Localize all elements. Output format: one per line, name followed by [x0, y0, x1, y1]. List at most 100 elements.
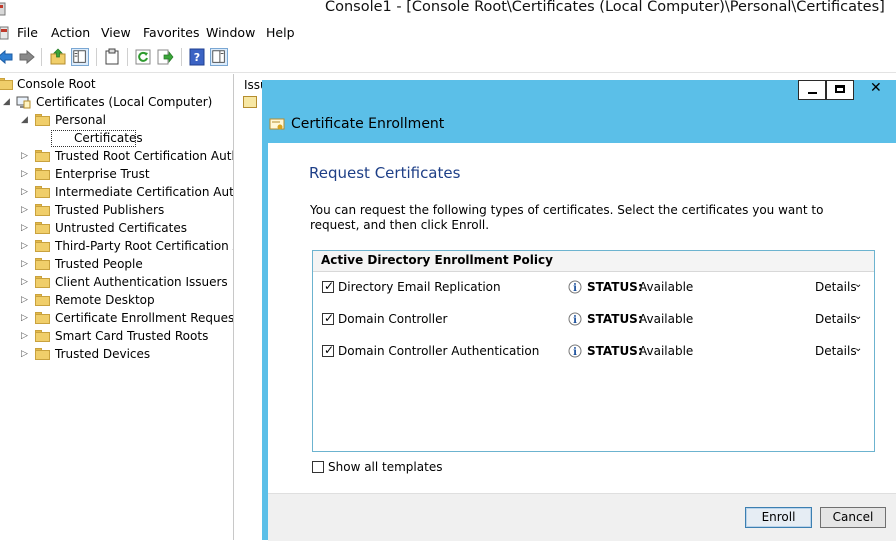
info-icon: i	[568, 344, 582, 358]
menu-view[interactable]: View	[101, 25, 131, 40]
certificate-name[interactable]: Domain Controller Authentication	[338, 344, 539, 358]
status-label: STATUS:	[587, 344, 643, 358]
dialog-title: Certificate Enrollment	[291, 116, 445, 132]
certificates-snapin-icon	[16, 96, 31, 109]
chevron-down-icon[interactable]: ⌄	[854, 311, 862, 322]
checkmark-icon: ✓	[324, 279, 335, 293]
window-title-bar: Console1 - [Console Root\Certificates (L…	[0, 0, 896, 20]
show-hide-tree-icon[interactable]	[71, 48, 89, 66]
tree-collapsed-icon[interactable]: ▷	[21, 151, 28, 161]
tree-expanded-icon[interactable]: ◢	[21, 115, 28, 125]
tree-item-personal[interactable]: ◢ Personal	[0, 112, 233, 130]
mmc-app-icon[interactable]	[0, 2, 6, 16]
menu-file[interactable]: File	[17, 25, 38, 40]
tree-item-store[interactable]: ▷ Client Authentication Issuers	[0, 274, 233, 292]
back-arrow-icon[interactable]	[0, 48, 14, 66]
export-list-icon[interactable]	[156, 48, 174, 66]
refresh-icon[interactable]	[134, 48, 152, 66]
details-link[interactable]: Details	[815, 344, 857, 358]
folder-icon	[35, 258, 50, 270]
minimize-button[interactable]	[798, 80, 826, 100]
tree-collapsed-icon[interactable]: ▷	[21, 277, 28, 287]
action-pane-icon[interactable]	[210, 48, 228, 66]
maximize-icon	[835, 85, 845, 93]
certificate-checkbox[interactable]: ✓	[322, 343, 334, 357]
folder-icon	[35, 186, 50, 198]
tree-collapsed-icon[interactable]: ▷	[21, 169, 28, 179]
svg-text:?: ?	[194, 51, 200, 64]
details-link[interactable]: Details	[815, 280, 857, 294]
checkmark-icon: ✓	[324, 311, 335, 325]
tree-item-store[interactable]: ▷ Remote Desktop	[0, 292, 233, 310]
tree-collapsed-icon[interactable]: ▷	[21, 313, 28, 323]
toolbar: ?	[0, 44, 896, 73]
show-all-templates-label[interactable]: Show all templates	[328, 460, 442, 474]
up-folder-icon[interactable]	[49, 48, 67, 66]
menu-help[interactable]: Help	[266, 25, 295, 40]
folder-icon	[35, 150, 50, 162]
tree-item-store[interactable]: ▷ Trusted People	[0, 256, 233, 274]
tree-item-store[interactable]: ▷ Trusted Publishers	[0, 202, 233, 220]
chevron-down-icon[interactable]: ⌄	[854, 343, 862, 354]
certificate-checkbox[interactable]: ✓	[322, 311, 335, 325]
status-label: STATUS:	[587, 312, 643, 326]
tree-expanded-icon[interactable]: ◢	[3, 97, 10, 107]
tree-collapsed-icon[interactable]: ▷	[21, 295, 28, 305]
certificate-name[interactable]: Domain Controller	[338, 312, 447, 326]
tree-item-store[interactable]: ▷ Enterprise Trust	[0, 166, 233, 184]
tree-collapsed-icon[interactable]: ▷	[21, 241, 28, 251]
folder-icon	[35, 168, 50, 180]
tree-collapsed-icon[interactable]: ▷	[21, 205, 28, 215]
menu-favorites[interactable]: Favorites	[143, 25, 199, 40]
tree-item-certificates-local-computer[interactable]: ◢ Certificates (Local Computer)	[0, 94, 233, 112]
enroll-button[interactable]: Enroll	[745, 507, 812, 528]
folder-icon	[35, 312, 50, 324]
svg-text:i: i	[573, 315, 577, 326]
details-link[interactable]: Details	[815, 312, 857, 326]
folder-icon	[35, 330, 50, 342]
menu-action[interactable]: Action	[51, 25, 90, 40]
status-value: Available	[639, 280, 694, 294]
tree-collapsed-icon[interactable]: ▷	[21, 349, 28, 359]
certificate-icon	[243, 96, 257, 108]
tree-item-store[interactable]: ▷ Intermediate Certification Author	[0, 184, 233, 202]
tree-collapsed-icon[interactable]: ▷	[21, 259, 28, 269]
tree-item-certificates-selected[interactable]: Certificates	[0, 130, 233, 148]
maximize-button[interactable]	[826, 80, 854, 100]
close-button[interactable]: ✕	[855, 80, 896, 100]
folder-icon	[35, 114, 50, 126]
folder-icon	[35, 222, 50, 234]
status-value: Available	[639, 312, 694, 326]
info-icon: i	[568, 312, 582, 326]
folder-icon	[35, 348, 50, 360]
console-menu-icon[interactable]	[0, 26, 9, 40]
tree-item-store[interactable]: ▷ Trusted Devices	[0, 346, 233, 364]
tree-item-store[interactable]: ▷ Smart Card Trusted Roots	[0, 328, 233, 346]
status-label: STATUS:	[587, 280, 643, 294]
window-title: Console1 - [Console Root\Certificates (L…	[325, 0, 885, 15]
help-icon[interactable]: ?	[188, 48, 206, 66]
tree-collapsed-icon[interactable]: ▷	[21, 187, 28, 197]
cancel-button[interactable]: Cancel	[820, 507, 886, 528]
menu-window[interactable]: Window	[206, 25, 255, 40]
minimize-icon	[808, 92, 817, 94]
tree-item-console-root[interactable]: Console Root	[0, 76, 233, 94]
tree-item-store[interactable]: ▷ Trusted Root Certification Author	[0, 148, 233, 166]
certificate-name[interactable]: Directory Email Replication	[338, 280, 501, 294]
toolbar-separator	[41, 48, 42, 66]
tree-item-store[interactable]: ▷ Untrusted Certificates	[0, 220, 233, 238]
show-all-templates-checkbox[interactable]	[312, 461, 324, 473]
chevron-down-icon[interactable]: ⌄	[854, 279, 862, 290]
close-icon: ✕	[870, 80, 882, 96]
tree-collapsed-icon[interactable]: ▷	[21, 331, 28, 341]
certificate-checkbox[interactable]: ✓	[322, 279, 335, 293]
clipboard-icon[interactable]	[103, 48, 121, 66]
menu-bar: File Action View Favorites Window Help	[0, 22, 896, 43]
forward-arrow-icon[interactable]	[18, 48, 36, 66]
tree-item-store[interactable]: ▷ Third-Party Root Certification Aut	[0, 238, 233, 256]
certificate-enrollment-icon	[269, 118, 285, 130]
certificate-row: ✓ Domain Controller i STATUS: Available …	[313, 308, 874, 332]
tree-collapsed-icon[interactable]: ▷	[21, 223, 28, 233]
tree-item-store[interactable]: ▷ Certificate Enrollment Requests	[0, 310, 233, 328]
section-title: Request Certificates	[309, 164, 461, 182]
